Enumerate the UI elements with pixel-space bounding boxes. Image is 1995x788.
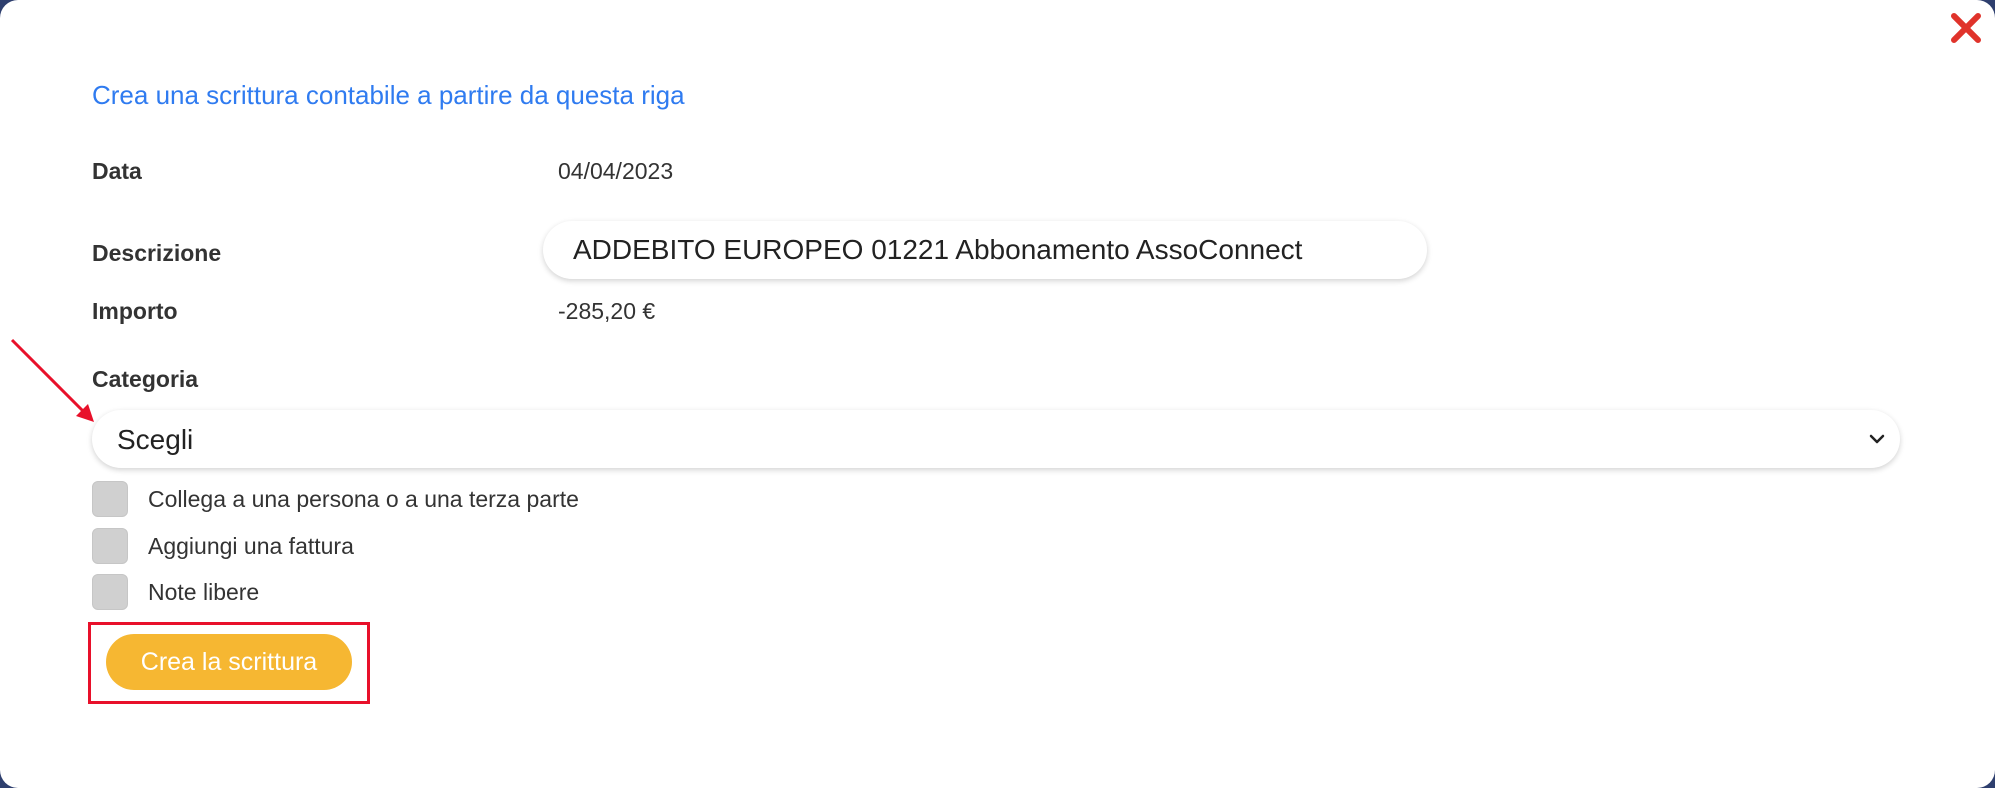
free-notes-checkbox[interactable] [92, 574, 128, 610]
add-invoice-checkbox[interactable] [92, 528, 128, 564]
add-invoice-option[interactable]: Aggiungi una fattura [92, 528, 354, 564]
category-select[interactable]: Scegli [92, 410, 1900, 468]
amount-label: Importo [92, 298, 178, 324]
link-person-checkbox[interactable] [92, 481, 128, 517]
free-notes-label: Note libere [148, 578, 260, 605]
description-label: Descrizione [92, 240, 222, 266]
date-label: Data [92, 158, 142, 184]
free-notes-option[interactable]: Note libere [92, 574, 259, 610]
annotation-arrow [10, 338, 94, 422]
modal-dialog: Crea una scrittura contabile a partire d… [0, 0, 1995, 788]
add-invoice-label: Aggiungi una fattura [148, 532, 354, 559]
amount-value: -285,20 € [558, 298, 656, 324]
date-value: 04/04/2023 [558, 158, 674, 184]
close-button[interactable] [1948, 10, 1984, 46]
close-icon [1951, 13, 1981, 43]
dialog-title: Crea una scrittura contabile a partire d… [92, 80, 685, 110]
category-select-value: Scegli [117, 424, 194, 455]
link-person-option[interactable]: Collega a una persona o a una terza part… [92, 481, 579, 517]
description-input[interactable] [543, 221, 1427, 279]
category-label: Categoria [92, 366, 199, 392]
create-entry-button[interactable]: Crea la scrittura [106, 634, 352, 690]
chevron-down-icon [1869, 434, 1885, 444]
link-person-label: Collega a una persona o a una terza part… [148, 485, 579, 512]
